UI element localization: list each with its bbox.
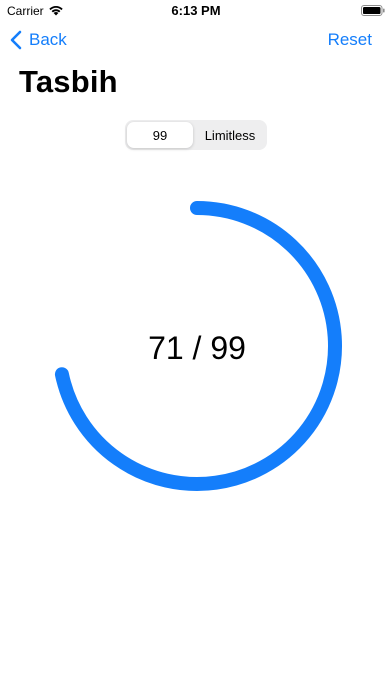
mode-segmented-control: 99 Limitless bbox=[125, 120, 267, 150]
battery-icon bbox=[361, 5, 385, 16]
back-button[interactable]: Back bbox=[10, 28, 67, 52]
status-bar: Carrier 6:13 PM bbox=[0, 0, 392, 22]
page-title: Tasbih bbox=[19, 64, 118, 99]
segment-limitless[interactable]: Limitless bbox=[195, 122, 265, 148]
chevron-left-icon bbox=[10, 30, 22, 50]
reset-button[interactable]: Reset bbox=[328, 30, 372, 50]
counter-label[interactable]: 71 / 99 bbox=[45, 330, 349, 367]
status-time: 6:13 PM bbox=[171, 3, 221, 18]
tasbih-screen: Carrier 6:13 PM Back Reset Tasbih 99 Lim… bbox=[0, 0, 392, 696]
back-label: Back bbox=[29, 30, 67, 49]
segment-99[interactable]: 99 bbox=[127, 122, 193, 148]
